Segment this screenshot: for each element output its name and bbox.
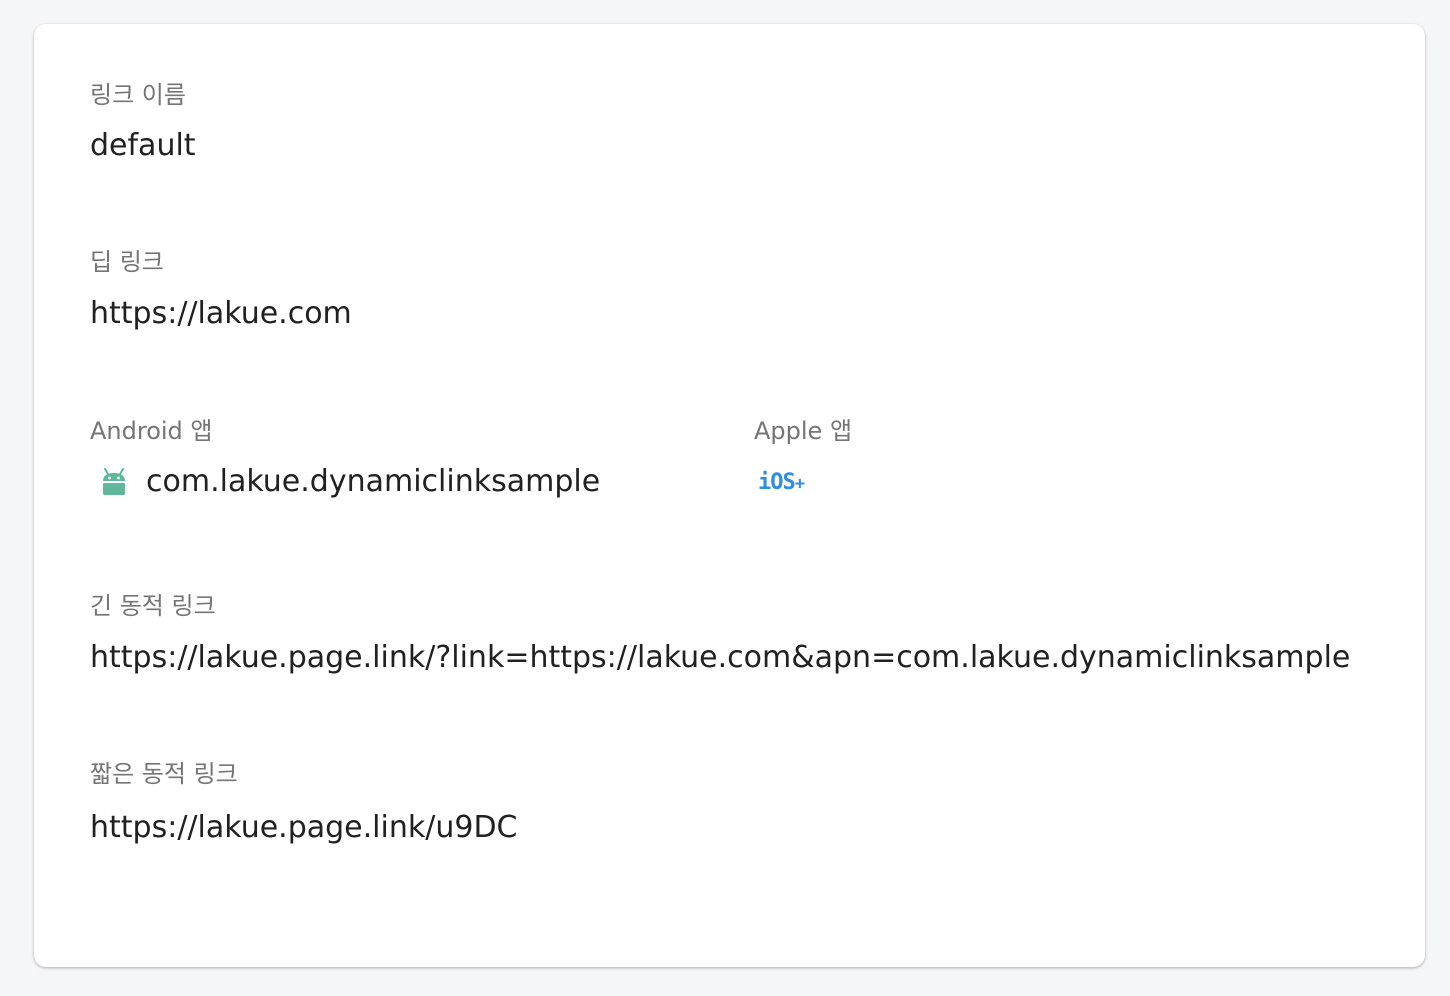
ios-badge-plus: + [794,474,805,494]
android-icon [100,468,128,496]
link-details-card: 링크 이름 default 딥 링크 https://lakue.com And… [34,24,1425,967]
link-name-value: default [90,128,196,163]
android-app-label: Android 앱 [90,417,213,445]
ios-badge-text: iOS [758,470,796,495]
ios-badge-icon: iOS+ [758,470,805,495]
short-dynamic-link-label: 짧은 동적 링크 [90,760,238,788]
deep-link-label: 딥 링크 [90,248,164,276]
apple-app-label: Apple 앱 [754,417,853,445]
long-dynamic-link-value[interactable]: https://lakue.page.link/?link=https://la… [90,643,1350,673]
deep-link-value[interactable]: https://lakue.com [90,299,352,329]
android-package-name: com.lakue.dynamiclinksample [146,464,601,499]
link-name-label: 링크 이름 [90,81,186,109]
short-dynamic-link-value[interactable]: https://lakue.page.link/u9DC [90,813,518,843]
long-dynamic-link-label: 긴 동적 링크 [90,592,216,620]
